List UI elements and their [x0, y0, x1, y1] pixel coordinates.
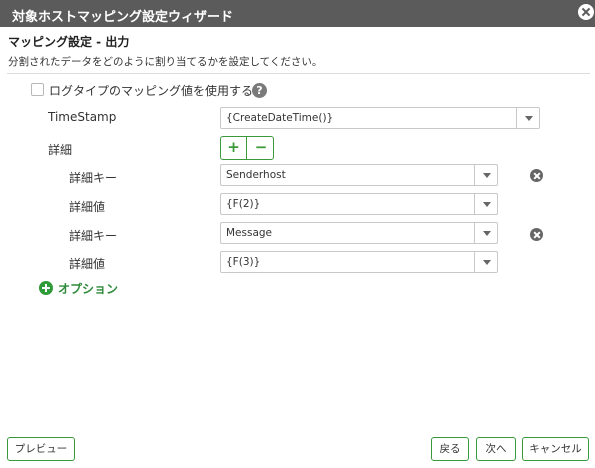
- add-detail-button[interactable]: +: [221, 137, 247, 159]
- option-label: オプション: [58, 282, 119, 296]
- detail-key-label: 詳細キー: [69, 171, 118, 185]
- chevron-down-icon[interactable]: [474, 252, 497, 272]
- section-description: 分割されたデータをどのように割り当てるかを設定してください。: [8, 56, 323, 68]
- back-button[interactable]: 戻る: [431, 437, 469, 461]
- section-title: マッピング設定 - 出力: [8, 35, 130, 49]
- help-icon[interactable]: ?: [252, 83, 267, 98]
- divider: [7, 73, 590, 74]
- next-button[interactable]: 次へ: [476, 437, 516, 461]
- window-title: 対象ホストマッピング設定ウィザード: [12, 10, 234, 25]
- remove-detail-icon[interactable]: [530, 228, 543, 241]
- detail-key-select[interactable]: Message: [220, 222, 498, 244]
- detail-key-label: 詳細キー: [69, 229, 118, 243]
- chevron-down-icon[interactable]: [474, 223, 497, 243]
- detail-value-label: 詳細値: [69, 257, 106, 271]
- log-type-mapping-checkbox[interactable]: [31, 83, 44, 96]
- cancel-button[interactable]: キャンセル: [522, 437, 589, 461]
- detail-value-label: 詳細値: [69, 200, 106, 214]
- log-type-mapping-label[interactable]: ログタイプのマッピング値を使用する: [49, 82, 253, 99]
- timestamp-select[interactable]: {CreateDateTime()}: [220, 107, 540, 129]
- timestamp-value: {CreateDateTime()}: [226, 112, 334, 124]
- remove-detail-button[interactable]: −: [248, 137, 274, 159]
- close-icon[interactable]: [578, 4, 594, 20]
- chevron-down-icon[interactable]: [516, 108, 539, 128]
- detail-value-select[interactable]: {F(2)}: [220, 193, 498, 215]
- preview-button[interactable]: プレビュー: [7, 437, 75, 461]
- detail-key-select[interactable]: Senderhost: [220, 164, 498, 186]
- timestamp-label: TimeStamp: [48, 110, 117, 124]
- chevron-down-icon[interactable]: [474, 194, 497, 214]
- detail-value-select[interactable]: {F(3)}: [220, 251, 498, 273]
- plus-circle-icon: [39, 281, 53, 295]
- title-bar: 対象ホストマッピング設定ウィザード: [0, 0, 595, 27]
- detail-value-value: {F(2)}: [226, 198, 261, 210]
- details-add-remove-group: + −: [220, 136, 274, 160]
- chevron-down-icon[interactable]: [474, 165, 497, 185]
- detail-value-value: {F(3)}: [226, 256, 261, 268]
- details-label: 詳細: [48, 143, 73, 157]
- detail-key-value: Senderhost: [226, 169, 286, 181]
- remove-detail-icon[interactable]: [530, 169, 543, 182]
- detail-key-value: Message: [226, 227, 273, 239]
